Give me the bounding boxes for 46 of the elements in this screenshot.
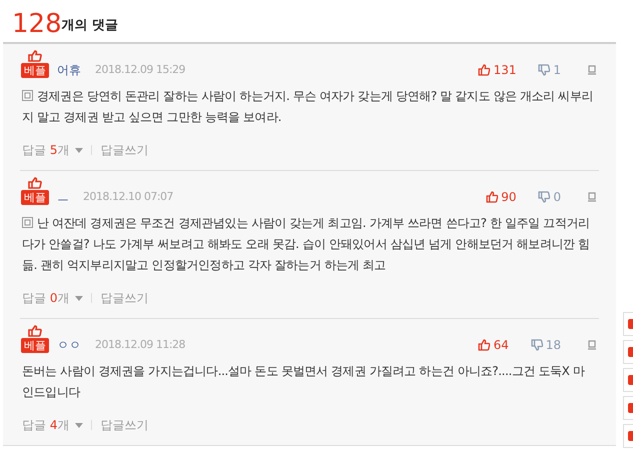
side-button[interactable] xyxy=(623,368,633,392)
thumbs-up-icon xyxy=(486,191,498,203)
like-button[interactable]: 90 xyxy=(486,189,516,205)
thumbs-up-icon xyxy=(28,325,42,337)
comment-date: 2018.12.10 07:07 xyxy=(83,189,174,205)
like-button[interactable]: 64 xyxy=(478,337,509,353)
side-button[interactable] xyxy=(623,424,633,448)
comments-heading: 개의 댓글 xyxy=(62,16,118,34)
comment-count: 128 xyxy=(12,10,62,38)
side-button[interactable] xyxy=(623,396,633,420)
dislike-button[interactable]: 18 xyxy=(530,337,561,353)
caret-icon xyxy=(75,296,84,300)
reply-toggle[interactable]: 답글 0개 xyxy=(22,290,84,306)
caret-icon xyxy=(75,422,84,428)
write-reply-link[interactable]: 답글쓰기 xyxy=(100,290,148,306)
thumbs-down-icon xyxy=(538,64,550,76)
comment-author[interactable]: ㅇㅇ xyxy=(57,337,81,353)
best-badge: 베플 xyxy=(21,338,49,353)
report-icon[interactable] xyxy=(587,340,597,350)
comment-text: 경제권은 당연히 돈관리 잘하는 사람이 하는거지. 무슨 여자가 갖는게 당연해? 말 같지도 않은 개소리 씨부리지 말고 경제권 받고 싶으면 그만한 능력을 보여라. xyxy=(21,88,594,126)
thumbs-down-icon xyxy=(530,339,543,351)
thumbs-up-icon xyxy=(478,339,490,351)
report-icon[interactable] xyxy=(587,65,597,75)
comment-date: 2018.12.09 15:29 xyxy=(95,62,186,78)
reply-toggle[interactable]: 답글 4개 xyxy=(22,417,84,433)
caret-icon xyxy=(75,148,84,152)
thumbs-down-icon xyxy=(538,191,550,203)
write-reply-link[interactable]: 답글쓰기 xyxy=(100,417,148,433)
comment-text: 돈버는 사람이 경제권을 가지는겁니다...설마 돈도 못벌면서 경제권 가질려고 하는건 아니죠?....그건 도둑X 마인드입니다 xyxy=(21,363,586,401)
comment-author[interactable]: ㅡ xyxy=(57,189,69,205)
thumbs-up-icon xyxy=(28,50,42,62)
comment-text: 난 여잔데 경제권은 무조건 경제관념있는 사람이 갖는게 최고임. 가계부 쓰라면 쓴다고? 한 일주일 끄적거리다가 안쓸걸? 나도 가계부 써보려고 해봐도 오래 못감. 습이 안돼있어서 삼십년 넘게 안해보던거 해보려니깐 힘듦. 괜히 억지부리지말고 인정할거인정하고 각자 잘하는거 하는게 최고 xyxy=(21,215,591,274)
dislike-button[interactable]: 1 xyxy=(538,62,561,78)
thumbs-up-icon xyxy=(28,177,42,189)
best-badge: 베플 xyxy=(21,190,49,205)
comment-date: 2018.12.09 11:28 xyxy=(95,337,186,353)
thumbs-up-icon xyxy=(478,64,490,76)
report-icon[interactable] xyxy=(587,192,597,202)
comment-author[interactable]: 어휴 xyxy=(57,62,81,78)
side-button[interactable] xyxy=(623,312,633,336)
reply-toggle[interactable]: 답글 5개 xyxy=(22,142,84,158)
write-reply-link[interactable]: 답글쓰기 xyxy=(100,142,148,158)
best-badge: 베플 xyxy=(21,63,49,78)
dislike-button[interactable]: 0 xyxy=(538,189,561,205)
side-button[interactable] xyxy=(623,340,633,364)
like-button[interactable]: 131 xyxy=(478,62,516,78)
